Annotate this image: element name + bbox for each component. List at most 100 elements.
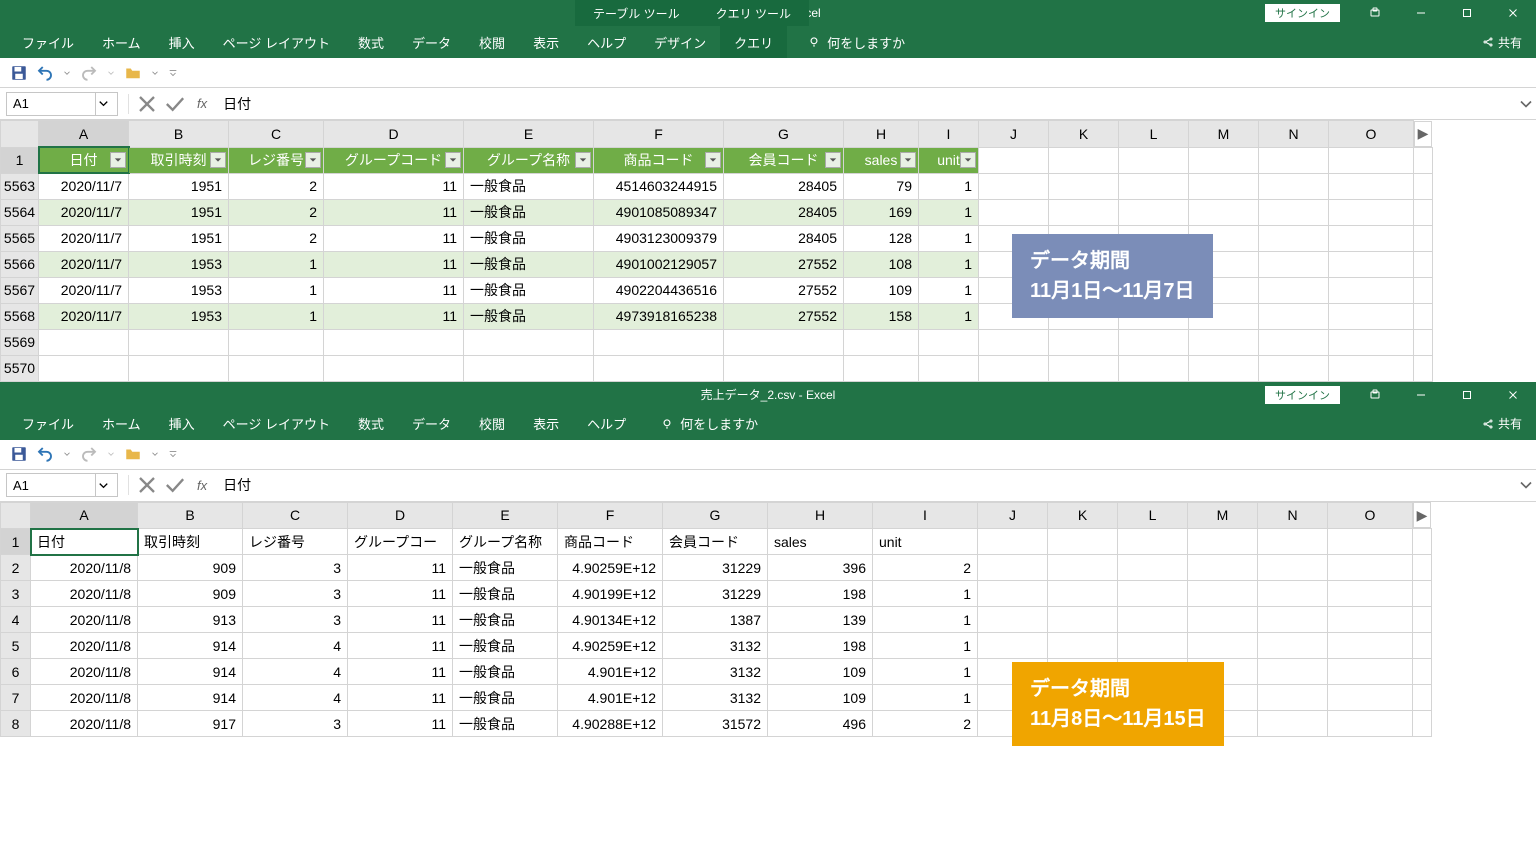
- cell[interactable]: [324, 329, 464, 355]
- ribbon-tab-校閲[interactable]: 校閲: [465, 26, 519, 58]
- cell[interactable]: [919, 355, 979, 381]
- cell[interactable]: 一般食品: [453, 685, 558, 711]
- cell[interactable]: 4.90288E+12: [558, 711, 663, 737]
- cell[interactable]: 4: [243, 659, 348, 685]
- cell[interactable]: 31572: [663, 711, 768, 737]
- cell[interactable]: 2020/11/8: [31, 685, 138, 711]
- table-column-header[interactable]: レジ番号: [229, 147, 324, 173]
- folder-icon[interactable]: [124, 64, 142, 82]
- row-header[interactable]: 5566: [1, 251, 39, 277]
- ribbon-tab-ファイル[interactable]: ファイル: [8, 408, 88, 440]
- cell[interactable]: 一般食品: [464, 199, 594, 225]
- cell[interactable]: [1188, 581, 1258, 607]
- cell[interactable]: [978, 529, 1048, 555]
- cell[interactable]: 1: [873, 633, 978, 659]
- ribbon-tab-校閲[interactable]: 校閲: [465, 408, 519, 440]
- cell[interactable]: 会員コード: [663, 529, 768, 555]
- cell[interactable]: [1118, 607, 1188, 633]
- ribbon-tab-挿入[interactable]: 挿入: [155, 408, 209, 440]
- cell[interactable]: 27552: [724, 303, 844, 329]
- cell[interactable]: [1329, 147, 1414, 173]
- column-header[interactable]: H: [844, 121, 919, 148]
- ribbon-tab-ページ レイアウト[interactable]: ページ レイアウト: [209, 26, 344, 58]
- share-button[interactable]: 共有: [1482, 415, 1522, 432]
- cell[interactable]: [1048, 633, 1118, 659]
- filter-dropdown-icon[interactable]: [110, 152, 126, 168]
- cell[interactable]: [1258, 633, 1328, 659]
- cell[interactable]: 一般食品: [453, 607, 558, 633]
- cell[interactable]: 2: [229, 225, 324, 251]
- cell[interactable]: [1049, 329, 1119, 355]
- cell[interactable]: [1258, 659, 1328, 685]
- column-header[interactable]: C: [229, 121, 324, 148]
- cell[interactable]: [1258, 711, 1328, 737]
- column-header[interactable]: L: [1119, 121, 1189, 148]
- cell[interactable]: 4903123009379: [594, 225, 724, 251]
- scroll-right-icon[interactable]: ▶: [1413, 502, 1431, 528]
- cell[interactable]: [1258, 685, 1328, 711]
- cell[interactable]: 3132: [663, 685, 768, 711]
- cell[interactable]: [39, 355, 129, 381]
- cell[interactable]: [129, 329, 229, 355]
- cell[interactable]: 128: [844, 225, 919, 251]
- cell[interactable]: 一般食品: [453, 711, 558, 737]
- cell[interactable]: [1119, 173, 1189, 199]
- ribbon-tab-クエリ[interactable]: クエリ: [720, 26, 787, 58]
- context-tab[interactable]: テーブル ツール: [575, 0, 698, 26]
- cell[interactable]: 109: [844, 277, 919, 303]
- scroll-right-icon[interactable]: ▶: [1414, 121, 1432, 147]
- cell[interactable]: 158: [844, 303, 919, 329]
- row-header[interactable]: 5570: [1, 355, 39, 381]
- filter-dropdown-icon[interactable]: [825, 152, 841, 168]
- cell[interactable]: 1: [229, 303, 324, 329]
- cell[interactable]: [1119, 329, 1189, 355]
- spreadsheet-grid[interactable]: ABCDEFGHIJKLMNO▶1日付取引時刻レジ番号グループコードグループ名称…: [0, 120, 1536, 382]
- cell[interactable]: 1951: [129, 225, 229, 251]
- cell[interactable]: 109: [768, 685, 873, 711]
- cell[interactable]: [1329, 329, 1414, 355]
- table-column-header[interactable]: 日付: [39, 147, 129, 173]
- cell[interactable]: [1328, 633, 1413, 659]
- cell[interactable]: [844, 329, 919, 355]
- context-tab[interactable]: クエリ ツール: [698, 0, 809, 26]
- cell[interactable]: 2020/11/8: [31, 711, 138, 737]
- cell[interactable]: [1049, 199, 1119, 225]
- enter-formula-icon[interactable]: [161, 473, 189, 497]
- column-header[interactable]: M: [1188, 502, 1258, 529]
- ribbon-tab-数式[interactable]: 数式: [344, 26, 398, 58]
- cell[interactable]: [1118, 581, 1188, 607]
- cell[interactable]: [1259, 225, 1329, 251]
- cell[interactable]: 2020/11/8: [31, 581, 138, 607]
- cell[interactable]: [1259, 147, 1329, 173]
- cell[interactable]: 1: [873, 685, 978, 711]
- cell[interactable]: [1049, 173, 1119, 199]
- cell[interactable]: [129, 355, 229, 381]
- cell[interactable]: 2020/11/8: [31, 633, 138, 659]
- cell[interactable]: 11: [324, 173, 464, 199]
- row-header[interactable]: 8: [1, 711, 31, 737]
- column-header[interactable]: B: [138, 502, 243, 529]
- qat-customize-icon[interactable]: [168, 445, 178, 463]
- cell[interactable]: 3: [243, 607, 348, 633]
- column-header[interactable]: F: [594, 121, 724, 148]
- undo-icon[interactable]: [36, 64, 54, 82]
- cell[interactable]: 一般食品: [464, 251, 594, 277]
- cell[interactable]: [1329, 355, 1414, 381]
- cell[interactable]: 2: [873, 555, 978, 581]
- table-column-header[interactable]: sales: [844, 147, 919, 173]
- cell[interactable]: 914: [138, 659, 243, 685]
- close-icon[interactable]: [1490, 0, 1536, 26]
- table-column-header[interactable]: unit: [919, 147, 979, 173]
- fx-icon[interactable]: fx: [197, 96, 207, 111]
- cell[interactable]: 4901085089347: [594, 199, 724, 225]
- column-header[interactable]: I: [873, 502, 978, 529]
- redo-dropdown-icon[interactable]: [106, 64, 116, 82]
- expand-formula-bar-icon[interactable]: [1516, 94, 1536, 114]
- cell[interactable]: 4.90259E+12: [558, 555, 663, 581]
- cell[interactable]: 1953: [129, 303, 229, 329]
- column-header[interactable]: F: [558, 502, 663, 529]
- name-box-dropdown-icon[interactable]: [95, 473, 111, 497]
- column-header[interactable]: D: [324, 121, 464, 148]
- ribbon-tab-ファイル[interactable]: ファイル: [8, 26, 88, 58]
- share-button[interactable]: 共有: [1482, 34, 1522, 51]
